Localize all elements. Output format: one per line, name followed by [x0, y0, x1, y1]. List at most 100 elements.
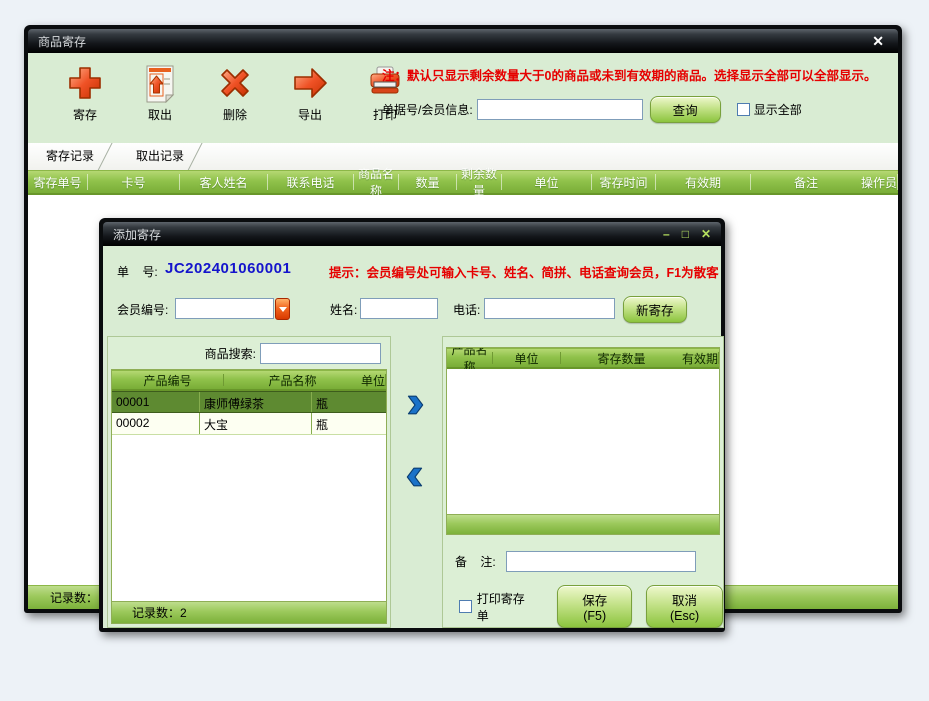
remark-input[interactable]: [506, 551, 696, 572]
add-deposit-dialog: 添加寄存 – □ ✕ 单 号: JC202401060001 提示：会员编号处可…: [99, 218, 725, 632]
print-slip-label: 打印寄存单: [477, 590, 536, 624]
tab-label: 取出记录: [136, 149, 184, 163]
move-right-button[interactable]: [404, 394, 426, 416]
product-name-cell: 大宝: [200, 413, 312, 434]
remark-label: 备 注:: [455, 553, 496, 570]
toolbar-button-label: 导出: [298, 106, 322, 123]
close-icon[interactable]: ✕: [701, 227, 711, 241]
cancel-button[interactable]: 取消(Esc): [646, 585, 723, 628]
tab-takeout-records[interactable]: 取出记录: [124, 143, 214, 170]
member-id-label: 会员编号:: [117, 301, 168, 318]
show-all-label: 显示全部: [754, 101, 802, 118]
takeout-button[interactable]: 取出: [131, 63, 189, 123]
member-id-input[interactable]: [175, 298, 274, 319]
product-row[interactable]: 00001 康师傅绿茶 瓶: [112, 391, 386, 413]
member-hint: 提示：会员编号处可输入卡号、姓名、简拼、电话查询会员，F1为散客: [329, 262, 719, 281]
minimize-icon[interactable]: –: [663, 227, 670, 241]
deposit-table-header: 产品名称单位寄存数量有效期: [447, 348, 719, 369]
product-code-cell: 00002: [112, 413, 200, 434]
product-name-cell: 康师傅绿茶: [200, 392, 312, 412]
product-unit-cell: 瓶: [312, 392, 386, 412]
remark-row: 备 注:: [455, 551, 696, 572]
column-header[interactable]: 产品名称: [447, 352, 493, 365]
new-deposit-button[interactable]: 新寄存: [623, 296, 687, 323]
column-header[interactable]: 备注: [751, 174, 861, 189]
order-number-label: 单 号:: [117, 263, 158, 280]
export-button[interactable]: 导出: [281, 63, 339, 123]
column-header[interactable]: 商品名称: [354, 174, 399, 189]
toolbar-button-label: 删除: [223, 106, 247, 123]
search-input[interactable]: [477, 99, 643, 120]
product-row[interactable]: 00002 大宝 瓶: [112, 413, 386, 435]
records-table-header: 寄存单号卡号客人姓名联系电话商品名称数量剩余数量单位寄存时间有效期备注操作员: [28, 170, 898, 195]
print-slip-checkbox[interactable]: [459, 600, 472, 613]
product-list-table: 产品编号产品名称单位 00001 康师傅绿茶 瓶 00002 大宝 瓶: [111, 369, 387, 602]
column-header[interactable]: 寄存单号: [28, 174, 88, 189]
product-search-label: 商品搜索:: [205, 345, 256, 362]
product-table-empty-area: [112, 435, 386, 601]
member-dropdown-button[interactable]: [275, 298, 290, 320]
column-header[interactable]: 操作员: [861, 174, 898, 189]
show-all-checkbox[interactable]: [737, 103, 750, 116]
product-count-bar: 记录数：2: [111, 602, 387, 624]
column-header[interactable]: 单位: [502, 174, 592, 189]
save-button[interactable]: 保存(F5): [557, 585, 632, 628]
column-header[interactable]: 单位: [361, 374, 386, 387]
name-input[interactable]: [360, 298, 438, 319]
deposit-table-empty-area: [447, 369, 719, 514]
toolbar: 寄存 取出: [28, 53, 898, 143]
phone-input[interactable]: [484, 298, 615, 319]
column-header[interactable]: 联系电话: [268, 174, 354, 189]
column-header[interactable]: 单位: [493, 352, 561, 365]
tab-label: 寄存记录: [46, 149, 94, 163]
query-button[interactable]: 查询: [650, 96, 721, 123]
toolbar-button-label: 取出: [148, 106, 172, 123]
toolbar-buttons: 寄存 取出: [56, 63, 414, 123]
product-select-panel: 商品搜索: 产品编号产品名称单位 00001 康师傅绿茶 瓶: [107, 336, 391, 628]
column-header[interactable]: 寄存数量: [561, 352, 682, 365]
tab-deposit-records[interactable]: 寄存记录: [34, 143, 124, 170]
column-header[interactable]: 寄存时间: [592, 174, 656, 189]
product-count-label: 记录数：2: [132, 604, 187, 621]
deposit-items-panel: 产品名称单位寄存数量有效期 备 注: 打印寄存单 保存(F5) 取消(Esc): [442, 336, 724, 628]
dialog-titlebar[interactable]: 添加寄存 – □ ✕: [103, 222, 721, 246]
product-rows: 00001 康师傅绿茶 瓶 00002 大宝 瓶: [112, 391, 386, 435]
maximize-icon[interactable]: □: [682, 227, 689, 241]
deposit-button[interactable]: 寄存: [56, 63, 114, 123]
main-titlebar[interactable]: 商品寄存 ✕: [28, 29, 898, 53]
chevron-left-icon: [404, 466, 426, 488]
column-header[interactable]: 剩余数量: [457, 174, 502, 189]
toolbar-right: 注：默认只显示剩余数量大于0的商品或未到有效期的商品。选择显示全部可以全部显示。…: [382, 65, 887, 123]
column-header[interactable]: 产品名称: [224, 374, 361, 387]
chevron-right-icon: [404, 394, 426, 416]
name-label: 姓名:: [330, 301, 357, 318]
order-number-value: JC202401060001: [165, 260, 291, 277]
column-header[interactable]: 有效期: [656, 174, 751, 189]
column-header[interactable]: 产品编号: [112, 374, 224, 387]
display-note: 注：默认只显示剩余数量大于0的商品或未到有效期的商品。选择显示全部可以全部显示。: [382, 65, 887, 84]
column-header[interactable]: 卡号: [88, 174, 180, 189]
search-label: 单据号/会员信息:: [382, 101, 473, 118]
dialog-body: 单 号: JC202401060001 提示：会员编号处可输入卡号、姓名、简拼、…: [103, 246, 721, 628]
product-search-row: 商品搜索:: [108, 337, 390, 369]
record-count-label: 记录数：: [50, 589, 98, 606]
export-icon: [290, 63, 330, 103]
deposit-table-footer: [447, 514, 719, 534]
dialog-actions: 打印寄存单 保存(F5) 取消(Esc): [459, 585, 723, 628]
takeout-icon: [140, 63, 180, 103]
close-icon[interactable]: ✕: [868, 33, 888, 50]
delete-icon: [215, 63, 255, 103]
product-search-input[interactable]: [260, 343, 381, 364]
move-left-button[interactable]: [404, 466, 426, 488]
column-header[interactable]: 有效期: [682, 352, 719, 365]
column-header[interactable]: 数量: [399, 174, 457, 189]
column-header[interactable]: 客人姓名: [180, 174, 268, 189]
product-code-cell: 00001: [112, 392, 200, 412]
product-table-header: 产品编号产品名称单位: [112, 370, 386, 391]
search-row: 单据号/会员信息: 查询 显示全部: [382, 96, 887, 123]
dialog-window-controls: – □ ✕: [663, 227, 711, 241]
main-window-title: 商品寄存: [38, 33, 86, 50]
phone-label: 电话:: [453, 301, 480, 318]
delete-button[interactable]: 删除: [206, 63, 264, 123]
add-icon: [65, 63, 105, 103]
